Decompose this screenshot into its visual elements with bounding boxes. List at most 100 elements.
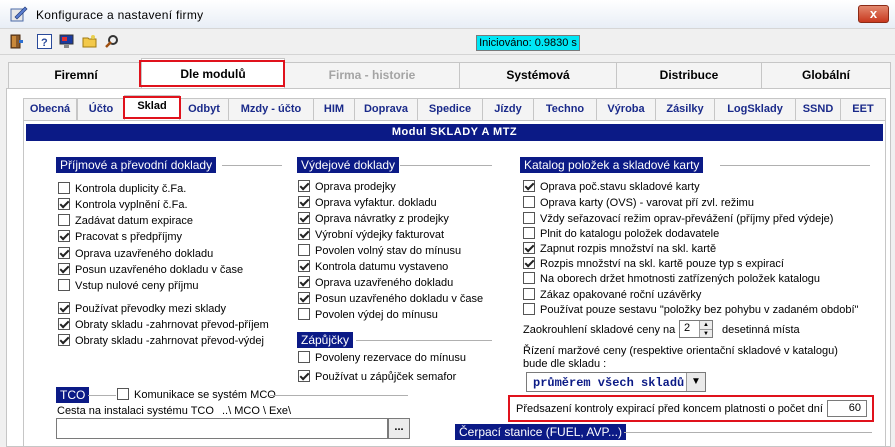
cb-datum-expirace[interactable]: Zadávat datum expirace <box>58 214 193 228</box>
subtab-jizdy[interactable]: Jízdy <box>482 98 534 120</box>
checkbox-box[interactable] <box>58 182 70 194</box>
cb-vyrobni-vydejky[interactable]: Výrobní výdejky fakturovat <box>298 228 444 242</box>
checkbox-box[interactable] <box>298 228 310 240</box>
checkbox-box[interactable] <box>58 198 70 210</box>
cb-kontrola-duplicity[interactable]: Kontrola duplicity č.Fa. <box>58 182 186 196</box>
stepper-down-icon[interactable]: ▼ <box>699 329 712 337</box>
cb-oprava-vyfaktur[interactable]: Oprava vyfaktur. dokladu <box>298 196 437 210</box>
cb-label: Kontrola vyplnění č.Fa. <box>75 199 188 211</box>
checkbox-box[interactable] <box>298 196 310 208</box>
cb-obraty-vydej[interactable]: Obraty skladu -zahrnovat převod-výdej <box>58 334 264 348</box>
cb-rozpis-mnozstvi[interactable]: Zapnut rozpis množství na skl. kartě <box>523 242 716 256</box>
checkbox-box[interactable] <box>298 351 310 363</box>
tab-systemova[interactable]: Systémová <box>459 62 617 88</box>
tools-icon[interactable] <box>104 34 119 49</box>
checkbox-box[interactable] <box>298 370 310 382</box>
cb-posun-uzavreneho-vydej[interactable]: Posun uzavřeného dokladu v čase <box>298 292 483 306</box>
subtab-zasilky[interactable]: Zásilky <box>655 98 715 120</box>
tab-firma-historie[interactable]: Firma - historie <box>284 62 460 88</box>
subtab-eet[interactable]: EET <box>840 98 886 120</box>
subtab-spedice[interactable]: Spedice <box>417 98 483 120</box>
tab-globalni[interactable]: Globální <box>761 62 891 88</box>
tco-path-input[interactable] <box>56 418 388 439</box>
help-icon[interactable]: ? <box>37 34 52 49</box>
cb-obraty-prijem[interactable]: Obraty skladu -zahrnovat převod-příjem <box>58 318 269 332</box>
checkbox-box[interactable] <box>523 257 535 269</box>
cb-komunikace-mco[interactable]: Komunikace se systém MCO <box>117 388 276 402</box>
cb-label: Povolen výdej do mínusu <box>315 309 438 321</box>
checkbox-box[interactable] <box>523 272 535 284</box>
checkbox-box[interactable] <box>298 308 310 320</box>
subtab-techno[interactable]: Techno <box>533 98 597 120</box>
checkbox-box[interactable] <box>523 180 535 192</box>
subtab-ucto[interactable]: Účto <box>77 98 125 120</box>
cb-kontrola-vyplneni[interactable]: Kontrola vyplnění č.Fa. <box>58 198 188 212</box>
margin-select[interactable]: průměrem všech skladů ▼ <box>526 372 706 392</box>
cb-label: Na oborech držet hmotnosti zatřízených p… <box>540 273 821 285</box>
cb-posun-uzavreneho-prijem[interactable]: Posun uzavřeného dokladu v čase <box>58 263 243 277</box>
toolbar <box>0 29 895 55</box>
cb-zakaz-uzaverky[interactable]: Zákaz opakované roční uzávěrky <box>523 288 701 302</box>
checkbox-box[interactable] <box>58 247 70 259</box>
checkbox-box[interactable] <box>298 212 310 224</box>
folder-icon[interactable] <box>82 34 97 49</box>
subtab-mzdy-ucto[interactable]: Mzdy - účto <box>228 98 314 120</box>
cb-serazovaci-rezim[interactable]: Vždy seřazovací režim oprav-převážení (p… <box>523 212 833 226</box>
checkbox-box[interactable] <box>298 276 310 288</box>
checkbox-box[interactable] <box>523 242 535 254</box>
checkbox-box[interactable] <box>58 302 70 314</box>
cb-oprava-prodejky[interactable]: Oprava prodejky <box>298 180 396 194</box>
close-button[interactable]: x <box>858 5 889 23</box>
cb-rozpis-expirace[interactable]: Rozpis množství na skl. kartě pouze typ … <box>523 257 784 271</box>
checkbox-box[interactable] <box>58 334 70 346</box>
checkbox-box[interactable] <box>523 196 535 208</box>
cb-nulove-ceny[interactable]: Vstup nulové ceny příjmu <box>58 279 199 293</box>
rounding-stepper[interactable]: 2 ▲ ▼ <box>679 320 713 338</box>
checkbox-box[interactable] <box>58 263 70 275</box>
checkbox-box[interactable] <box>298 292 310 304</box>
subtab-him[interactable]: HIM <box>313 98 355 120</box>
stepper-up-icon[interactable]: ▲ <box>699 321 712 329</box>
checkbox-box[interactable] <box>58 214 70 226</box>
cb-vydej-do-minusu[interactable]: Povolen výdej do mínusu <box>298 308 438 322</box>
svg-text:?: ? <box>41 37 48 49</box>
cb-oprava-uzavreneho-vydej[interactable]: Oprava uzavřeného dokladu <box>298 276 453 290</box>
subtab-obecna[interactable]: Obecná <box>23 98 77 120</box>
cb-prevodky[interactable]: Používat převodky mezi sklady <box>58 302 226 316</box>
checkbox-box[interactable] <box>58 230 70 242</box>
subtab-vyroba[interactable]: Výroba <box>596 98 656 120</box>
subtab-logsklady[interactable]: LogSklady <box>714 98 796 120</box>
cb-oprava-karty-ovs[interactable]: Oprava karty (OVS) - varovat pří zvl. re… <box>523 196 754 210</box>
subtab-ssnd[interactable]: SSND <box>795 98 841 120</box>
cb-semafor[interactable]: Používat u zápůjček semafor <box>298 370 456 384</box>
monitor-icon[interactable] <box>59 34 74 49</box>
subtab-odbyt[interactable]: Odbyt <box>179 98 229 120</box>
chevron-down-icon[interactable]: ▼ <box>686 373 705 391</box>
checkbox-box[interactable] <box>58 279 70 291</box>
tab-distribuce[interactable]: Distribuce <box>616 62 762 88</box>
cb-kontrola-datumu[interactable]: Kontrola datumu vystaveno <box>298 260 448 274</box>
checkbox-box[interactable] <box>523 212 535 224</box>
door-exit-icon[interactable] <box>9 34 24 49</box>
browse-button[interactable]: ... <box>388 418 410 439</box>
checkbox-box[interactable] <box>523 227 535 239</box>
cb-oprava-uzavreneho-prijem[interactable]: Oprava uzavřeného dokladu <box>58 247 213 261</box>
checkbox-box[interactable] <box>58 318 70 330</box>
cb-volny-stav-minus[interactable]: Povolen volný stav do mínusu <box>298 244 461 258</box>
checkbox-box[interactable] <box>298 180 310 192</box>
cb-rezervace-minus[interactable]: Povoleny rezervace do mínusu <box>298 351 466 365</box>
checkbox-box[interactable] <box>298 260 310 272</box>
cb-sestava-bez-pohybu[interactable]: Používat pouze sestavu "položky bez pohy… <box>523 303 858 317</box>
cb-oprava-poc-stavu[interactable]: Oprava poč.stavu skladové karty <box>523 180 700 194</box>
cb-oprava-navratky[interactable]: Oprava návratky z prodejky <box>298 212 449 226</box>
cb-label: Používat převodky mezi sklady <box>75 303 227 315</box>
checkbox-box[interactable] <box>117 388 129 400</box>
cb-plnit-katalog[interactable]: Plnit do katalogu položek dodavatele <box>523 227 719 241</box>
cb-hmotnosti-oboru[interactable]: Na oborech držet hmotnosti zatřízených p… <box>523 272 820 286</box>
checkbox-box[interactable] <box>523 303 535 315</box>
cb-predprijmy[interactable]: Pracovat s předpříjmy <box>58 230 182 244</box>
tab-firemni[interactable]: Firemní <box>8 62 144 88</box>
checkbox-box[interactable] <box>523 288 535 300</box>
checkbox-box[interactable] <box>298 244 310 256</box>
subtab-doprava[interactable]: Doprava <box>354 98 418 120</box>
